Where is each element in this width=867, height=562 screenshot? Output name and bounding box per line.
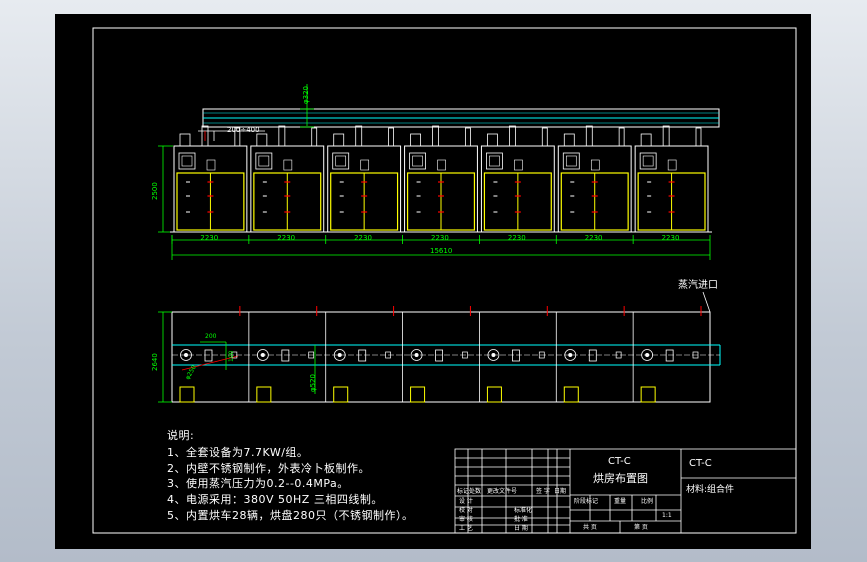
plan-depth-dimension: 2640 [151,353,159,371]
oven-unit-elevation [404,125,478,233]
tb-approve: 批 准 [514,516,528,523]
plan-view [158,291,721,403]
oven-unit-plan [402,306,471,403]
tb-date2: 日 期 [514,525,528,532]
tb-stage: 阶段标记 [574,498,599,505]
oven-unit-elevation [480,125,555,233]
tb-row-label: 审 核 [459,516,473,523]
oven-unit-elevation [327,125,402,233]
height-dimension: 2500 [151,182,159,200]
tb-row-label: 设 计 [459,498,473,505]
total-width-dimension: 15610 [430,247,453,255]
note-item: 2、内壁不锈钢制作，外表冷卜板制作。 [167,462,370,475]
unit-width-dimension: 2230 [354,234,372,242]
unit-width-dimension: 2230 [431,234,449,242]
inlet-height-dimension: 100 [228,350,235,362]
tb-sheet: 第 页 [634,524,648,531]
oven-unit-plan [479,306,548,403]
tb-weight: 重量 [614,498,627,505]
drawing-name: 烘房布置图 [593,472,648,485]
oven-unit-elevation [557,125,632,233]
note-item: 3、使用蒸汽压力为0.2--0.4MPa。 [167,477,349,490]
oven-unit-plan [325,306,395,403]
oven-unit-plan [555,306,625,403]
unit-width-dimension: 2230 [200,234,219,242]
tb-scale-value: 1:1 [662,512,672,519]
steam-inlet-leader [702,291,711,313]
material-label: 材料:组合件 [686,485,735,495]
plan-outline [171,311,711,403]
oven-unit-plan [632,306,702,403]
note-item: 5、内置烘车28辆，烘盘280只（不锈钢制作）。 [167,509,414,522]
tb-row-label: 校 对 [459,507,473,514]
oven-unit-elevation [634,125,709,233]
unit-width-dimension: 2230 [584,234,603,242]
note-item: 1、全套设备为7.7KW/组。 [167,446,309,459]
cad-drawing [92,27,797,534]
oven-unit-elevation [250,125,325,233]
model-right: CT-C [689,458,712,469]
unit-width-dimension: 2230 [507,234,526,242]
steam-inlet-label: 蒸汽进口 [678,280,718,291]
note-item: 4、电源采用：380V 50HZ 三相四线制。 [167,493,383,506]
inlet-width-dimension: 200 [205,333,217,340]
tb-row-label: 工 艺 [459,525,473,532]
tb-change-doc: 更改文件号 [487,488,518,495]
oven-unit-plan [248,306,318,403]
notes-heading: 说明: [167,429,195,442]
fan-offset-dimension: 200÷400 [227,126,260,134]
tb-standardize: 标准化 [514,507,533,514]
unit-width-dimension: 2230 [277,234,296,242]
tb-row-label: 标记处数 [457,488,482,495]
tb-scale: 比例 [641,498,654,505]
model-center: CT-C [608,456,631,467]
pipe-diameter-plan: φ520 [309,374,317,392]
tb-date: 日期 [554,488,567,495]
oven-unit-elevation [173,125,248,233]
unit-width-dimension: 2230 [661,234,680,242]
tb-signature: 签 字 [536,488,550,495]
pipe-diameter-top: φ320 [302,86,310,104]
tb-sheets: 共 页 [583,524,597,531]
